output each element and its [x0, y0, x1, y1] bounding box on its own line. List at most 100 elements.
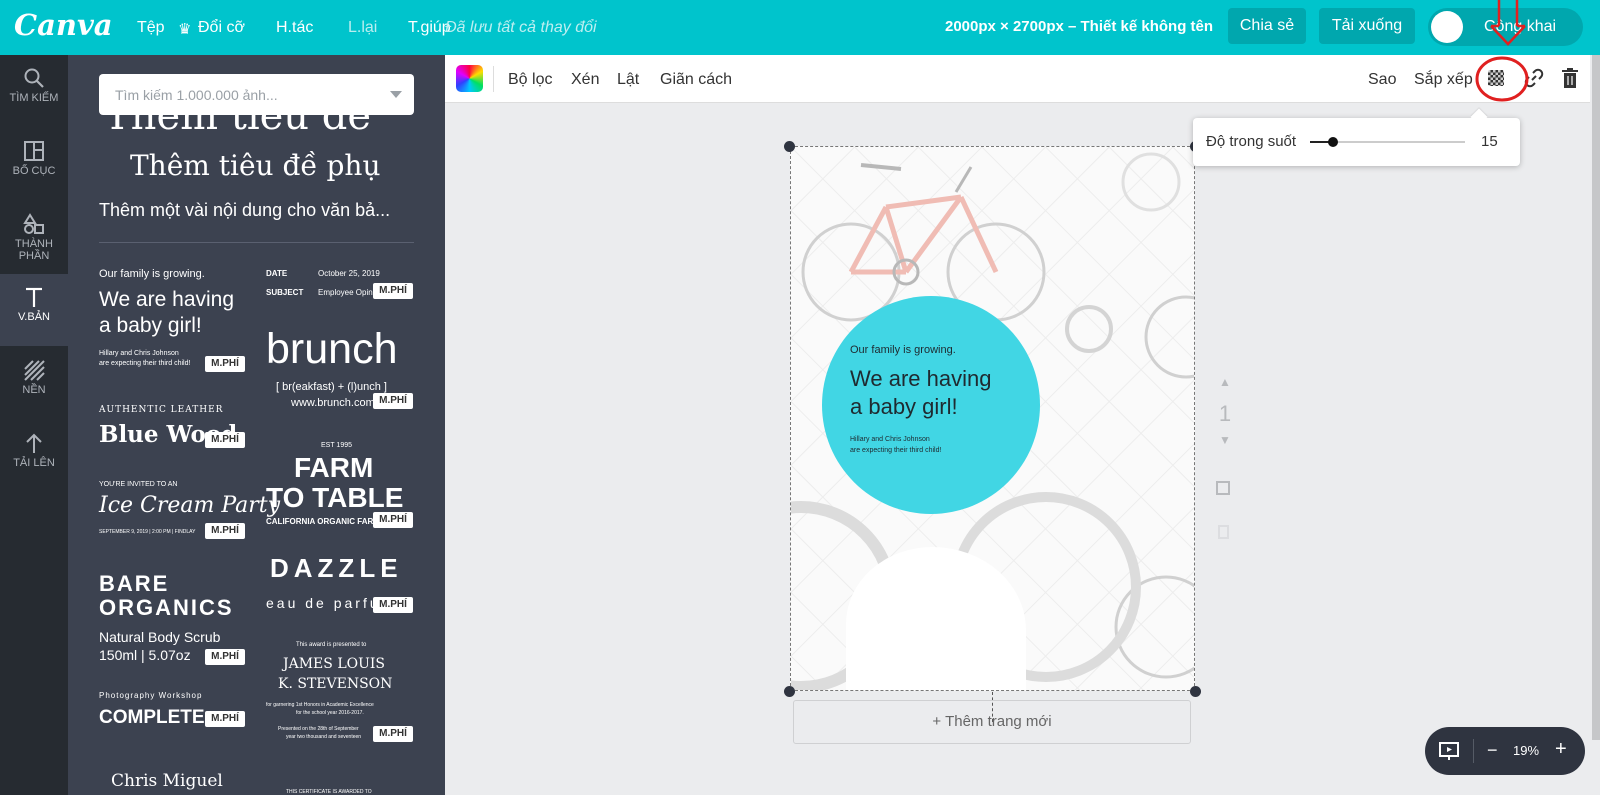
trash-icon[interactable] — [1560, 67, 1580, 89]
template-text: www.brunch.com — [291, 397, 375, 409]
toggle-knob — [1431, 11, 1463, 43]
template-text: Ice Cream Party — [99, 493, 281, 518]
template-photography[interactable]: Photography Workshop COMPLETE M.PHÍ — [99, 691, 249, 736]
free-badge: M.PHÍ — [373, 597, 413, 613]
canva-logo[interactable]: Canva — [14, 8, 113, 42]
divider — [99, 242, 414, 243]
template-bare-organics[interactable]: BARE ORGANICS Natural Body Scrub 150ml |… — [99, 571, 249, 666]
template-text: SUBJECT — [266, 288, 304, 297]
menu-resize[interactable]: Đổi cỡ — [198, 19, 245, 37]
template-text: COMPLETE — [99, 707, 205, 728]
share-button[interactable]: Chia sẻ — [1228, 8, 1306, 44]
rail-elements[interactable]: THÀNH PHẦN — [0, 201, 68, 273]
page-down-icon[interactable]: ▼ — [1210, 433, 1240, 447]
flip-button[interactable]: Lật — [617, 71, 639, 89]
resize-handle-top-left[interactable] — [784, 141, 795, 152]
rail-label: THÀNH PHẦN — [15, 238, 53, 262]
free-badge: M.PHÍ — [373, 726, 413, 742]
zoom-out-button[interactable]: − — [1487, 740, 1498, 761]
template-text: Photography Workshop — [99, 691, 203, 700]
design-line-5[interactable]: are expecting their third child! — [850, 447, 941, 454]
elements-icon — [23, 213, 44, 234]
template-baby-girl[interactable]: Our family is growing. We are having a b… — [99, 268, 249, 378]
download-button[interactable]: Tải xuống — [1319, 8, 1415, 44]
free-badge: M.PHÍ — [205, 523, 245, 539]
rail-label: BỐ CỤC — [12, 165, 56, 177]
text-icon — [26, 287, 42, 307]
template-text: We are having — [99, 288, 235, 311]
duplicate-page-icon[interactable] — [1216, 481, 1230, 495]
rail-upload[interactable]: TẢI LÊN — [0, 420, 68, 492]
template-text: for the school year 2016-2017. — [296, 710, 364, 716]
free-badge: M.PHÍ — [205, 649, 245, 665]
rail-background[interactable]: NỀN — [0, 347, 68, 419]
zoom-level[interactable]: 19% — [1513, 743, 1539, 758]
element-toolbar: Bộ lọc Xén Lật Giãn cách Sao Sắp xếp — [445, 55, 1590, 103]
delete-page-icon[interactable] — [1218, 525, 1229, 539]
upload-icon — [26, 433, 42, 453]
crop-button[interactable]: Xén — [571, 71, 599, 89]
free-badge: M.PHÍ — [205, 356, 245, 372]
left-rail: TÌM KIẾM BỐ CỤC THÀNH PHẦN V.BẢN NỀN TẢI… — [0, 55, 68, 795]
transparency-value[interactable]: 15 — [1481, 133, 1498, 150]
resize-handle-bottom-right[interactable] — [1190, 686, 1201, 697]
present-icon[interactable] — [1438, 740, 1460, 762]
document-title[interactable]: 2000px × 2700px – Thiết kế không tên — [945, 18, 1213, 35]
template-dazzle[interactable]: DAZZLE eau de parfum M.PHÍ — [266, 553, 416, 618]
add-subheading[interactable]: Thêm tiêu đề phụ — [130, 149, 380, 182]
toolbar-divider — [493, 66, 494, 92]
zoom-divider — [1473, 739, 1474, 763]
transparency-popup: Độ trong suốt 15 — [1193, 118, 1520, 166]
menu-redo[interactable]: L.lại — [348, 19, 377, 37]
template-memo[interactable]: DATE October 25, 2019 SUBJECT Employee O… — [266, 269, 416, 309]
template-text: YOU'RE INVITED TO AN — [99, 481, 178, 488]
arrange-button[interactable]: Sắp xếp — [1414, 71, 1473, 89]
rail-text[interactable]: V.BẢN — [0, 274, 68, 346]
rail-label: TÌM KIẾM — [9, 92, 59, 104]
free-badge: M.PHÍ — [373, 283, 413, 299]
design-line-2[interactable]: We are having — [850, 366, 991, 392]
search-input[interactable]: Tìm kiếm 1.000.000 ảnh... — [99, 74, 414, 115]
spacing-button[interactable]: Giãn cách — [660, 71, 732, 89]
template-text: CALIFORNIA ORGANIC FARM — [266, 517, 380, 526]
zoom-control: − 19% + — [1425, 727, 1585, 775]
crown-icon: ♛ — [178, 21, 192, 38]
zoom-in-button[interactable]: + — [1555, 738, 1567, 761]
template-ice-cream[interactable]: YOU'RE INVITED TO AN Ice Cream Party SEP… — [99, 481, 280, 546]
free-badge: M.PHÍ — [205, 711, 245, 727]
template-text: AUTHENTIC LEATHER — [99, 405, 224, 415]
template-certificate[interactable]: THIS CERTIFICATE IS AWARDED TO — [286, 789, 372, 795]
template-farm-to-table[interactable]: EST 1995 FARM TO TABLE CALIFORNIA ORGANI… — [266, 442, 416, 532]
design-line-1[interactable]: Our family is growing. — [850, 344, 956, 356]
rail-label: TẢI LÊN — [13, 457, 55, 469]
design-page[interactable]: Our family is growing. We are having a b… — [790, 146, 1195, 691]
page-up-icon[interactable]: ▲ — [1210, 375, 1240, 389]
add-body-text[interactable]: Thêm một vài nội dung cho văn bả... — [99, 200, 390, 221]
template-brunch[interactable]: brunch [ br(eakfast) + (l)unch ] www.bru… — [266, 325, 416, 410]
chevron-down-icon[interactable] — [390, 91, 402, 98]
template-chris-miguel[interactable]: Chris Miguel — [111, 771, 223, 791]
template-text: TO TABLE — [266, 482, 404, 513]
resize-handle-bottom-left[interactable] — [784, 686, 795, 697]
template-award[interactable]: This award is presented to JAMES LOUIS K… — [266, 642, 416, 762]
menu-file[interactable]: Tệp — [137, 19, 165, 37]
transparency-slider-knob[interactable] — [1328, 137, 1339, 147]
page-controls: ▲ 1 ▼ — [1210, 375, 1240, 545]
teal-circle[interactable]: Our family is growing. We are having a b… — [822, 296, 1040, 514]
design-line-4[interactable]: Hillary and Chris Johnson — [850, 436, 930, 443]
copy-button[interactable]: Sao — [1368, 71, 1396, 89]
filter-button[interactable]: Bộ lọc — [508, 71, 552, 89]
template-text: a baby girl! — [99, 314, 202, 337]
template-text: year two thousand and seventeen — [286, 734, 362, 740]
design-line-3[interactable]: a baby girl! — [850, 394, 958, 420]
rail-layout[interactable]: BỐ CỤC — [0, 128, 68, 200]
menu-undo[interactable]: H.tác — [276, 19, 313, 37]
template-blue-wood[interactable]: AUTHENTIC LEATHER Blue Wood M.PHÍ — [99, 405, 249, 455]
transparency-slider[interactable] — [1310, 137, 1465, 147]
scrollbar[interactable] — [1592, 55, 1600, 740]
template-text: 150ml | 5.07oz — [99, 647, 191, 663]
color-picker-icon[interactable] — [456, 65, 483, 92]
template-text: October 25, 2019 — [318, 269, 380, 278]
add-page-button[interactable]: + Thêm trang mới — [793, 700, 1191, 744]
rail-search[interactable]: TÌM KIẾM — [0, 55, 68, 127]
